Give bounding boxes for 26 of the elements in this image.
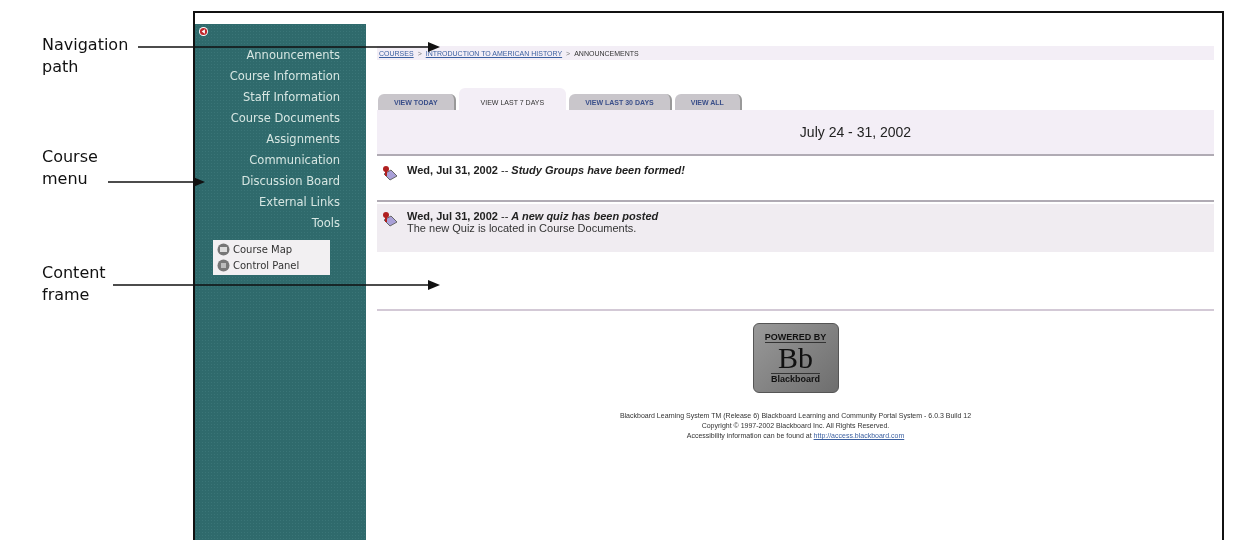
- pin-icon: [381, 210, 399, 228]
- menu-item[interactable]: Communication: [249, 150, 340, 171]
- map-icon: [217, 243, 230, 256]
- callout-label: Content frame: [42, 262, 107, 306]
- menu-item[interactable]: Tools: [311, 213, 340, 234]
- menu-item[interactable]: Course Information: [229, 66, 340, 87]
- logo-letters: Bb: [778, 343, 813, 373]
- callout-label: Navigation path: [42, 34, 130, 78]
- menu-item[interactable]: Staff Information: [243, 87, 340, 108]
- announcement-title: Wed, Jul 31, 2002 -- A new quiz has been posted: [407, 210, 659, 222]
- menu-item[interactable]: Discussion Board: [241, 171, 340, 192]
- panel-icon: [217, 259, 230, 272]
- tool-link[interactable]: Course Map: [233, 244, 293, 255]
- menu-item[interactable]: External Links: [259, 192, 340, 213]
- menu-item[interactable]: Assignments: [266, 129, 340, 150]
- pin-icon: [381, 164, 399, 182]
- collapse-icon[interactable]: [199, 27, 208, 36]
- date-range-heading: July 24 - 31, 2002: [798, 124, 912, 140]
- menu-item[interactable]: Announcements: [246, 45, 340, 66]
- callout-label: Course menu: [42, 146, 99, 190]
- menu-item[interactable]: Course Documents: [230, 108, 340, 129]
- logo-caption: POWERED BY: [764, 332, 827, 343]
- tool-link[interactable]: Control Panel: [233, 260, 300, 271]
- announcement-text: The new Quiz is located in Course Documents.: [407, 222, 638, 234]
- announcement-title: Wed, Jul 31, 2002 -- Study Groups have been formed!: [407, 164, 685, 176]
- logo-caption: Blackboard: [771, 373, 820, 384]
